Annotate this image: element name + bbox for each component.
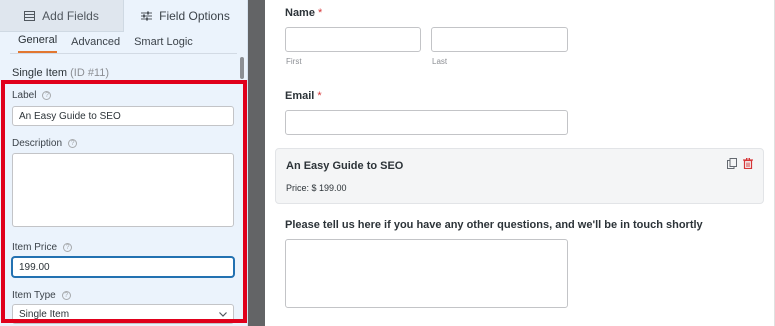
field-title-name: Single Item <box>12 67 68 79</box>
tab-field-options[interactable]: Field Options <box>124 0 247 32</box>
item-title: An Easy Guide to SEO <box>286 160 404 172</box>
required-marker: * <box>317 90 322 102</box>
tab-add-fields-label: Add Fields <box>42 8 99 23</box>
add-fields-icon <box>24 10 36 21</box>
panel-divider <box>248 0 265 326</box>
single-item-field[interactable]: An Easy Guide to SEO Price: $ 199.00 <box>275 148 764 204</box>
question-label: Please tell us here if you have any othe… <box>285 219 703 231</box>
field-options-panel: Add Fields Field Options General Advance… <box>0 0 248 326</box>
first-name-input[interactable] <box>285 27 421 52</box>
name-label-text: Name <box>285 7 315 19</box>
sliders-icon <box>141 11 153 21</box>
duplicate-icon[interactable] <box>727 158 737 169</box>
question-textarea[interactable] <box>285 239 568 308</box>
required-marker: * <box>318 7 323 19</box>
sub-tab-general[interactable]: General <box>18 34 58 53</box>
email-label: Email * <box>285 90 322 102</box>
panel-tabs: Add Fields Field Options <box>0 0 247 32</box>
email-label-text: Email <box>285 90 315 102</box>
sub-tab-advanced[interactable]: Advanced <box>71 36 120 53</box>
tab-add-fields[interactable]: Add Fields <box>0 0 124 32</box>
last-sublabel: Last <box>432 57 448 66</box>
highlight-box <box>1 80 247 323</box>
email-input[interactable] <box>285 110 568 135</box>
sub-tab-smart-logic[interactable]: Smart Logic <box>134 36 193 53</box>
last-name-input[interactable] <box>431 27 568 52</box>
item-price: Price: $ 199.00 <box>286 183 347 193</box>
first-sublabel: First <box>286 57 302 66</box>
field-title: Single Item (ID #11) <box>12 67 109 79</box>
options-sub-tabs: General Advanced Smart Logic <box>10 32 237 54</box>
form-preview: Name * First Last Email * An Easy Guide … <box>265 0 775 326</box>
panel-scrollbar[interactable] <box>240 57 244 79</box>
tab-field-options-label: Field Options <box>159 9 230 23</box>
trash-icon[interactable] <box>743 158 753 169</box>
name-label: Name * <box>285 7 322 19</box>
field-id: (ID #11) <box>70 67 110 79</box>
field-actions <box>727 158 753 169</box>
